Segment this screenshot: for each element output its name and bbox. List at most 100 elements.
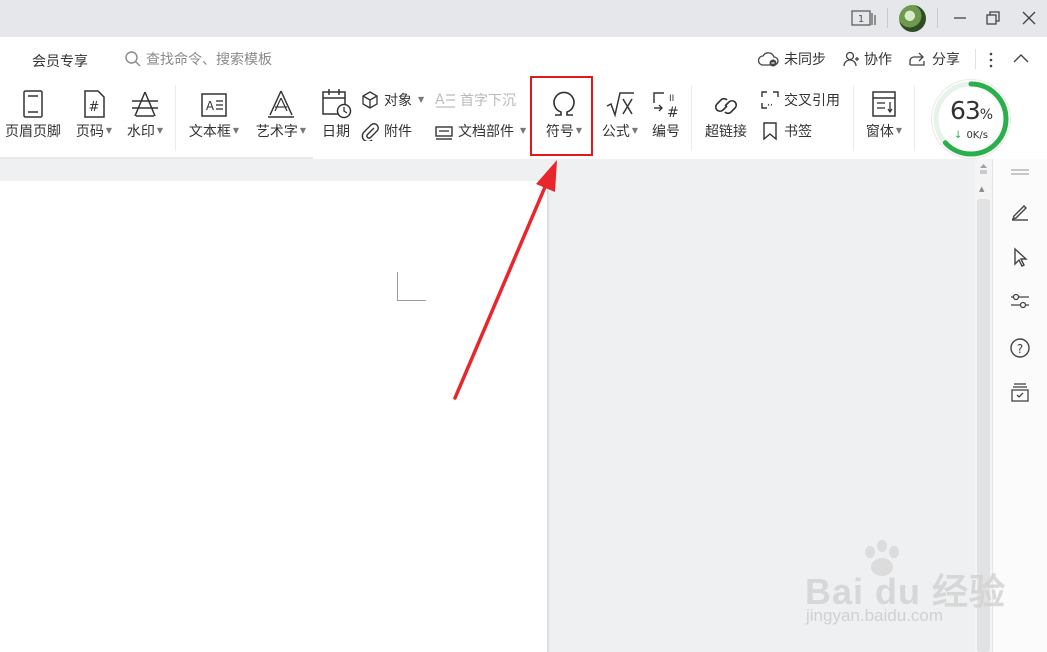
paperclip-icon	[361, 123, 379, 141]
svg-text:?: ?	[1017, 342, 1023, 356]
collab-label: 协作	[864, 52, 892, 68]
search-placeholder: 查找命令、搜索模板	[146, 52, 272, 68]
minimize-icon	[954, 17, 966, 19]
bookmark-button[interactable]: 书签	[760, 121, 812, 141]
drop-cap-button[interactable]: A 首字下沉	[434, 90, 516, 110]
link-chain-icon	[714, 97, 738, 115]
collab-user-icon	[843, 51, 859, 67]
help-icon[interactable]: ?	[1008, 336, 1032, 360]
annotation-arrow	[453, 160, 557, 400]
chevron-up-icon	[1013, 54, 1029, 63]
restore-button[interactable]	[983, 6, 1003, 30]
collab-button[interactable]: 协作	[842, 49, 892, 69]
watermark-url: jingyan.baidu.com	[806, 606, 944, 625]
date-label: 日期	[322, 124, 350, 140]
title-bar: 1	[0, 0, 1047, 37]
dropdown-caret-icon: ▼	[895, 125, 903, 135]
svg-text:,,: ,,	[767, 98, 773, 108]
drop-cap-icon: A	[435, 92, 455, 108]
text-box-label: 文本框	[188, 124, 231, 140]
share-button[interactable]: 分享	[908, 49, 960, 69]
doc-parts-button[interactable]: 文档部件 ▼	[434, 121, 526, 141]
insert-ribbon: 页眉页脚 # 页码 ▼ 水印 ▼ A 文本框 ▼ 艺术字 ▼ 日期 对象 ▼ 附…	[0, 83, 1047, 158]
ribbon-separator	[914, 85, 915, 151]
split-handle-icon	[980, 164, 987, 174]
dropdown-caret-icon: ▼	[232, 125, 240, 135]
title-separator	[887, 8, 888, 28]
hyperlink-button[interactable]: 超链接	[700, 83, 752, 141]
svg-text:II: II	[669, 94, 674, 104]
search-icon	[125, 51, 141, 67]
form-window-icon	[872, 91, 896, 117]
svg-text:#: #	[667, 105, 679, 119]
margin-corner-mark	[397, 272, 426, 301]
dropdown-caret-icon: ▼	[156, 125, 164, 135]
watermark-label: 水印	[126, 124, 155, 140]
window-count-icon[interactable]: 1	[849, 6, 879, 30]
doc-parts-label: 文档部件	[458, 124, 514, 140]
cross-reference-label: 交叉引用	[784, 93, 840, 109]
text-box-icon: A	[201, 93, 227, 117]
numbering-icon: II #	[653, 92, 679, 119]
dropdown-caret-icon: ▼	[520, 125, 527, 135]
watermark-button[interactable]: 水印 ▼	[123, 83, 167, 141]
hyperlink-label: 超链接	[705, 124, 747, 140]
svg-text:A: A	[435, 92, 445, 108]
close-icon	[1022, 11, 1036, 25]
sync-button[interactable]: 未同步	[758, 49, 826, 69]
pen-edit-icon[interactable]	[1008, 199, 1032, 223]
adjust-sliders-icon[interactable]	[1008, 289, 1032, 313]
formula-sqrt-icon	[606, 92, 634, 118]
avatar[interactable]	[899, 5, 926, 32]
sync-label: 未同步	[784, 52, 826, 68]
collapse-ribbon-button[interactable]	[1012, 51, 1030, 65]
form-window-label: 窗体	[865, 124, 894, 140]
inbox-check-icon[interactable]	[1008, 380, 1032, 404]
bookmark-icon	[763, 122, 777, 141]
speed-rate: ↓ 0K/s	[954, 130, 988, 141]
vip-menu[interactable]: 会员专享	[32, 51, 88, 71]
minimize-button[interactable]	[950, 6, 970, 30]
numbering-button[interactable]: II # 编号	[646, 83, 686, 141]
dropdown-caret-icon: ▼	[418, 94, 425, 104]
word-art-label: 艺术字	[255, 124, 298, 140]
drop-cap-label: 首字下沉	[460, 93, 516, 109]
cross-reference-icon: ,,	[761, 91, 779, 109]
object-button[interactable]: 对象 ▼	[360, 90, 424, 110]
scroll-up-icon[interactable]: ▲	[979, 185, 984, 193]
page-number-icon: #	[84, 90, 105, 118]
word-art-button[interactable]: 艺术字 ▼	[252, 83, 310, 141]
window-count: 1	[858, 14, 864, 25]
header-footer-icon	[23, 90, 43, 118]
ribbon-separator	[691, 85, 692, 151]
date-button[interactable]: 日期	[318, 83, 354, 141]
svg-text:A: A	[206, 99, 215, 113]
page-number-button[interactable]: # 页码 ▼	[72, 83, 116, 141]
header-footer-button[interactable]: 页眉页脚	[3, 83, 63, 141]
watermark-icon	[132, 91, 158, 117]
more-menu-button[interactable]	[987, 51, 995, 69]
command-search[interactable]: 查找命令、搜索模板	[124, 49, 272, 69]
bookmark-label: 书签	[784, 124, 812, 140]
cloud-sync-icon	[758, 52, 779, 67]
cursor-select-icon[interactable]	[1008, 245, 1032, 269]
panel-handle-icon[interactable]	[1008, 165, 1032, 179]
form-window-button[interactable]: 窗体 ▼	[860, 83, 908, 141]
close-button[interactable]	[1019, 6, 1039, 30]
attachment-button[interactable]: 附件	[360, 121, 412, 141]
header-footer-label: 页眉页脚	[5, 124, 61, 140]
cross-reference-button[interactable]: ,, 交叉引用	[760, 90, 840, 110]
svg-text:#: #	[89, 100, 100, 115]
network-speed-widget[interactable]: 63% ↓ 0K/s	[932, 80, 1010, 158]
title-separator	[937, 8, 938, 28]
dropdown-caret-icon: ▼	[105, 125, 113, 135]
formula-label: 公式	[601, 124, 630, 140]
attachment-label: 附件	[384, 124, 412, 140]
formula-button[interactable]: 公式 ▼	[598, 83, 642, 141]
download-arrow-icon: ↓	[954, 130, 963, 141]
ribbon-separator	[175, 85, 176, 151]
speed-percent: 63%	[949, 96, 993, 125]
text-box-button[interactable]: A 文本框 ▼	[186, 83, 242, 141]
more-vertical-icon	[989, 52, 993, 68]
dropdown-caret-icon: ▼	[299, 125, 307, 135]
